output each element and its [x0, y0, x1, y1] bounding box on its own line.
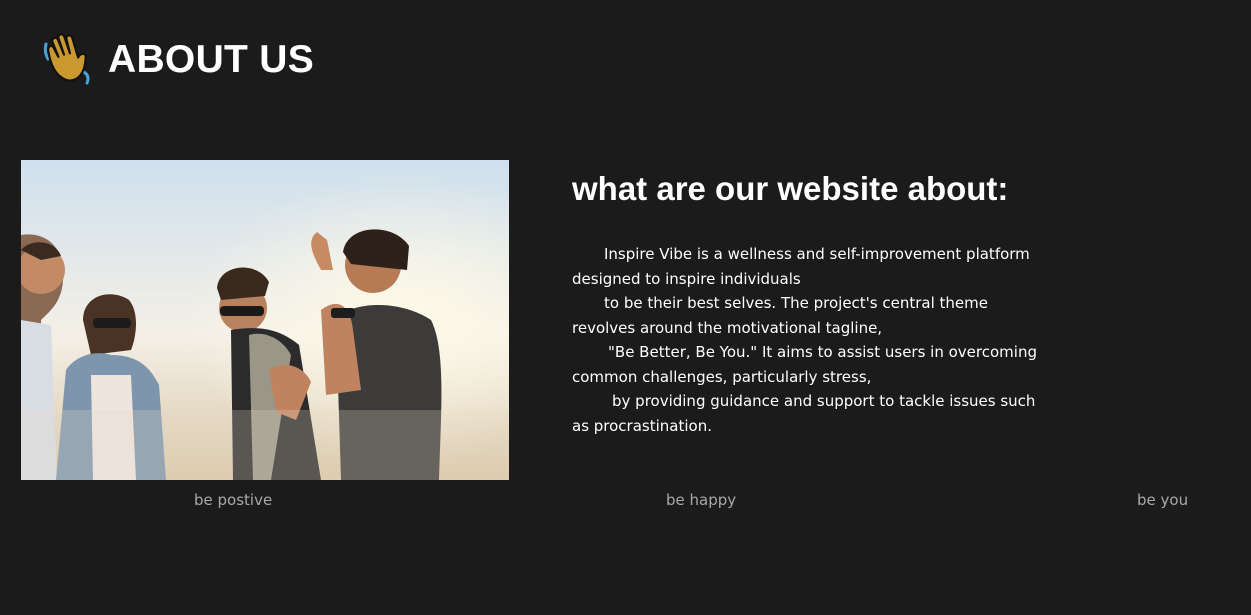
hero-photo	[21, 160, 509, 480]
about-line: as procrastination.	[572, 416, 712, 435]
about-line: revolves around the motivational tagline…	[572, 318, 883, 337]
about-line: to be their best selves. The project's c…	[604, 294, 988, 312]
about-line: Inspire Vibe is a wellness and self-impr…	[604, 245, 1030, 263]
about-heading: what are our website about:	[572, 170, 1009, 207]
about-line: designed to inspire individuals	[572, 269, 801, 288]
page-title: ABOUT US	[108, 38, 315, 81]
about-line: common challenges, particularly stress,	[572, 367, 872, 386]
about-line: by providing guidance and support to tac…	[612, 392, 1036, 410]
about-paragraph: Inspire Vibe is a wellness and self-impr…	[572, 242, 1042, 438]
tagline-be-you: be you	[1137, 491, 1189, 509]
tagline-be-happy: be happy	[666, 491, 737, 509]
about-line: "Be Better, Be You." It aims to assist u…	[608, 343, 1037, 361]
page-header: ABOUT US	[40, 32, 314, 88]
waving-hand-icon	[43, 33, 90, 85]
tagline-be-positive: be postive	[194, 491, 273, 509]
